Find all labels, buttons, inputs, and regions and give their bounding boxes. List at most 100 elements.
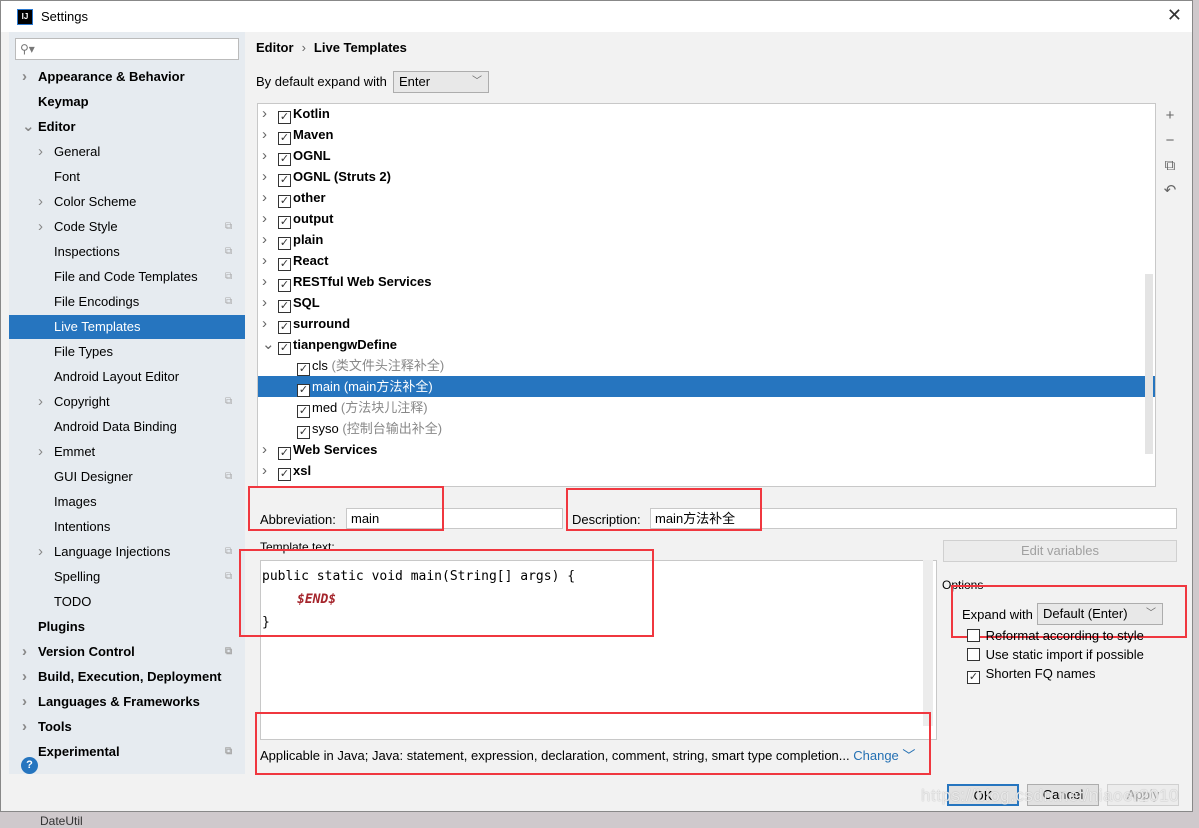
chevron-right-icon[interactable]: ›	[262, 145, 267, 166]
sidebar-item-language-injections[interactable]: › Language Injections ⧉	[9, 540, 245, 564]
sidebar-item-appearance-behavior[interactable]: › Appearance & Behavior	[9, 65, 245, 89]
chevron-right-icon[interactable]: ›	[262, 439, 267, 460]
chevron-right-icon[interactable]: ›	[262, 124, 267, 145]
sidebar-item-android-layout-editor[interactable]: Android Layout Editor	[9, 365, 245, 389]
template-group[interactable]: › ✓ xsl	[258, 460, 1155, 481]
sidebar-item-android-data-binding[interactable]: Android Data Binding	[9, 415, 245, 439]
checkmark-icon[interactable]: ✓	[278, 447, 291, 460]
sidebar-item-color-scheme[interactable]: › Color Scheme	[9, 190, 245, 214]
sidebar-item-images[interactable]: Images	[9, 490, 245, 514]
checkmark-icon[interactable]: ✓	[297, 405, 310, 418]
checkmark-icon[interactable]: ✓	[278, 237, 291, 250]
sidebar-item-keymap[interactable]: Keymap	[9, 90, 245, 114]
checkmark-icon[interactable]: ✓	[278, 153, 291, 166]
close-icon[interactable]: ✕	[1167, 5, 1182, 26]
chevron-right-icon[interactable]: ›	[262, 166, 267, 187]
chevron-right-icon[interactable]: ›	[22, 665, 27, 689]
chevron-right-icon[interactable]: ›	[38, 190, 43, 214]
template-group[interactable]: › ✓ surround	[258, 313, 1155, 334]
chevron-right-icon[interactable]: ›	[22, 715, 27, 739]
ok-button[interactable]: OK	[947, 784, 1019, 806]
chevron-down-icon[interactable]: ⌄	[22, 115, 35, 139]
chevron-right-icon[interactable]: ›	[262, 460, 267, 481]
chevron-right-icon[interactable]: ›	[38, 390, 43, 414]
checkmark-icon[interactable]: ✓	[278, 132, 291, 145]
static-import-checkbox[interactable]: Use static import if possible	[967, 647, 1144, 662]
copy-icon[interactable]: ⧉	[1158, 153, 1182, 178]
checkmark-icon[interactable]: ✓	[278, 174, 291, 187]
chevron-right-icon[interactable]: ›	[262, 104, 267, 124]
checkmark-icon[interactable]: ✓	[278, 279, 291, 292]
template-group[interactable]: › ✓ other	[258, 187, 1155, 208]
checkmark-icon[interactable]: ✓	[278, 300, 291, 313]
template-group[interactable]: › ✓ output	[258, 208, 1155, 229]
edit-variables-button[interactable]: Edit variables	[943, 540, 1177, 562]
sidebar-item-code-style[interactable]: › Code Style ⧉	[9, 215, 245, 239]
sidebar-item-general[interactable]: › General	[9, 140, 245, 164]
sidebar-item-spelling[interactable]: Spelling ⧉	[9, 565, 245, 589]
sidebar-item-font[interactable]: Font	[9, 165, 245, 189]
sidebar-item-plugins[interactable]: Plugins	[9, 615, 245, 639]
cancel-button[interactable]: Cancel	[1027, 784, 1099, 806]
checkmark-icon[interactable]: ✓	[278, 111, 291, 124]
chevron-right-icon[interactable]: ›	[38, 540, 43, 564]
chevron-right-icon[interactable]: ›	[262, 187, 267, 208]
checkmark-icon[interactable]: ✓	[297, 426, 310, 439]
template-group[interactable]: › ✓ Kotlin	[258, 104, 1155, 124]
chevron-right-icon[interactable]: ›	[22, 65, 27, 89]
chevron-right-icon[interactable]: ›	[38, 140, 43, 164]
template-group[interactable]: ⌄ ✓ tianpengwDefine	[258, 334, 1155, 355]
checkmark-icon[interactable]: ✓	[278, 342, 291, 355]
default-expand-dropdown[interactable]: Enter ﹀	[393, 71, 489, 93]
reformat-checkbox[interactable]: Reformat according to style	[967, 628, 1144, 643]
template-item[interactable]: ✓ cls (类文件头注释补全)	[258, 355, 1155, 376]
sidebar-item-editor[interactable]: ⌄ Editor	[9, 115, 245, 139]
help-icon[interactable]: ?	[21, 757, 38, 774]
chevron-right-icon[interactable]: ›	[22, 640, 27, 664]
template-group[interactable]: › ✓ OGNL	[258, 145, 1155, 166]
add-icon[interactable]: +	[1158, 103, 1182, 128]
checkmark-icon[interactable]: ✓	[297, 363, 310, 376]
chevron-right-icon[interactable]: ›	[38, 440, 43, 464]
chevron-right-icon[interactable]: ›	[22, 690, 27, 714]
template-group[interactable]: › ✓ plain	[258, 229, 1155, 250]
checkmark-icon[interactable]: ✓	[278, 468, 291, 481]
sidebar-item-gui-designer[interactable]: GUI Designer ⧉	[9, 465, 245, 489]
checkmark-icon[interactable]: ✓	[297, 384, 310, 397]
checkmark-icon[interactable]: ✓	[278, 216, 291, 229]
sidebar-item-file-and-code-templates[interactable]: File and Code Templates ⧉	[9, 265, 245, 289]
template-item[interactable]: ✓ main (main方法补全)	[258, 376, 1155, 397]
chevron-right-icon[interactable]: ›	[262, 271, 267, 292]
shorten-fq-checkbox[interactable]: ✓ Shorten FQ names	[967, 666, 1095, 684]
checkmark-icon[interactable]: ✓	[278, 195, 291, 208]
chevron-right-icon[interactable]: ›	[262, 229, 267, 250]
sidebar-item-tools[interactable]: › Tools	[9, 715, 245, 739]
template-group[interactable]: › ✓ OGNL (Struts 2)	[258, 166, 1155, 187]
settings-search-input[interactable]: ⚲▾	[15, 38, 239, 60]
template-item[interactable]: ✓ med (方法块儿注释)	[258, 397, 1155, 418]
sidebar-item-file-types[interactable]: File Types	[9, 340, 245, 364]
remove-icon[interactable]: −	[1158, 128, 1182, 153]
sidebar-item-version-control[interactable]: › Version Control ⧉	[9, 640, 245, 664]
sidebar-item-copyright[interactable]: › Copyright ⧉	[9, 390, 245, 414]
chevron-right-icon[interactable]: ›	[262, 313, 267, 334]
sidebar-item-intentions[interactable]: Intentions	[9, 515, 245, 539]
sidebar-item-inspections[interactable]: Inspections ⧉	[9, 240, 245, 264]
template-item[interactable]: ✓ syso (控制台输出补全)	[258, 418, 1155, 439]
tree-scrollbar[interactable]	[1145, 274, 1153, 454]
template-group[interactable]: › ✓ RESTful Web Services	[258, 271, 1155, 292]
editor-scrollbar[interactable]	[923, 560, 933, 726]
restore-icon[interactable]: ↶	[1158, 178, 1182, 203]
sidebar-item-file-encodings[interactable]: File Encodings ⧉	[9, 290, 245, 314]
checkmark-icon[interactable]: ✓	[278, 258, 291, 271]
sidebar-item-todo[interactable]: TODO	[9, 590, 245, 614]
sidebar-item-languages-frameworks[interactable]: › Languages & Frameworks	[9, 690, 245, 714]
template-group[interactable]: › ✓ React	[258, 250, 1155, 271]
breadcrumb-editor[interactable]: Editor	[256, 40, 294, 55]
chevron-right-icon[interactable]: ›	[262, 292, 267, 313]
template-group[interactable]: › ✓ SQL	[258, 292, 1155, 313]
apply-button[interactable]: Apply	[1107, 784, 1179, 806]
template-group[interactable]: › ✓ Web Services	[258, 439, 1155, 460]
chevron-right-icon[interactable]: ›	[262, 250, 267, 271]
chevron-down-icon[interactable]: ⌄	[262, 334, 275, 355]
